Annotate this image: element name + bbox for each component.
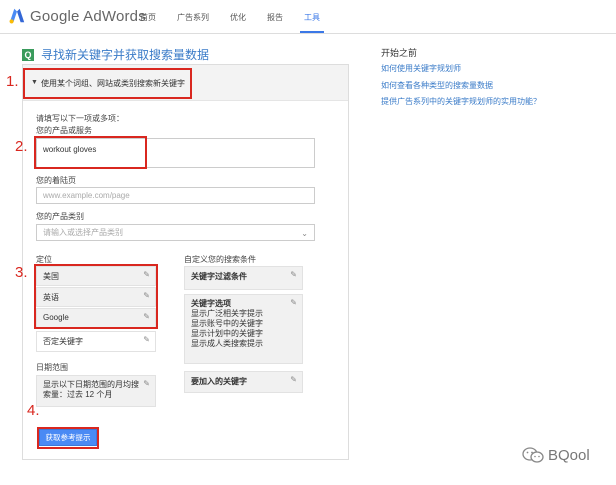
collapse-caret-icon[interactable]: ▼: [31, 79, 38, 86]
wechat-icon: [522, 447, 544, 463]
targeting-network-value: Google: [43, 313, 69, 322]
sidebar-title: 开始之前: [381, 48, 418, 58]
nav-reports[interactable]: 报告: [267, 12, 283, 23]
keyword-option-item: 显示成人类搜索提示: [191, 339, 263, 348]
date-range-label: 日期范围: [36, 363, 68, 372]
adwords-logo[interactable]: Google AdWords: [8, 7, 146, 25]
annotation-number-2: 2.: [15, 138, 28, 155]
category-label: 您的产品类别: [36, 212, 84, 221]
include-keywords-label: 要加入的关键字: [191, 377, 247, 386]
edit-pencil-icon[interactable]: ✎: [290, 375, 297, 384]
keyword-option-item: 显示广泛相关字提示: [191, 309, 263, 318]
nav-tools[interactable]: 工具: [300, 12, 324, 33]
nav-campaigns[interactable]: 广告系列: [177, 12, 209, 23]
negative-keywords[interactable]: 否定关键字 ✎: [36, 331, 156, 352]
annotation-number-1: 1.: [6, 73, 19, 90]
keyword-option-item: 显示账号中的关键字: [191, 319, 263, 328]
adwords-logo-icon: [9, 8, 25, 24]
product-input[interactable]: workout gloves: [36, 138, 315, 168]
negative-keywords-label: 否定关键字: [43, 337, 83, 346]
edit-pencil-icon[interactable]: ✎: [143, 270, 150, 279]
targeting-language[interactable]: 英语 ✎: [36, 287, 156, 307]
date-range-field[interactable]: 显示以下日期范围的月均搜索量：过去 12 个月 ✎: [36, 375, 156, 407]
custom-criteria-label: 自定义您的搜索条件: [184, 255, 256, 264]
logo-text: Google AdWords: [30, 7, 146, 25]
keyword-filters[interactable]: 关键字过滤条件 ✎: [184, 266, 303, 290]
edit-pencil-icon[interactable]: ✎: [143, 291, 150, 300]
chevron-down-icon: ⌄: [301, 229, 308, 238]
edit-pencil-icon[interactable]: ✎: [290, 298, 297, 307]
main-nav: 首页 广告系列 优化 报告 工具: [140, 12, 341, 33]
keyword-options[interactable]: 关键字选项 显示广泛相关字提示 显示账号中的关键字 显示计划中的关键字 显示成人…: [184, 294, 303, 364]
annotation-number-3: 3.: [15, 264, 28, 281]
get-ideas-button[interactable]: 获取参考提示: [39, 429, 97, 446]
section-header[interactable]: ▼ 使用某个词组、网站或类别搜索新关键字: [23, 65, 348, 101]
section-label: 使用某个词组、网站或类别搜索新关键字: [41, 79, 185, 88]
edit-pencil-icon[interactable]: ✎: [143, 335, 150, 344]
edit-pencil-icon[interactable]: ✎: [143, 379, 150, 388]
category-placeholder: 请输入或选择产品类别: [43, 228, 123, 237]
targeting-language-value: 英语: [43, 293, 59, 302]
keyword-filters-label: 关键字过滤条件: [191, 272, 247, 281]
sidebar-link-1[interactable]: 如何使用关键字规划师: [381, 63, 461, 74]
targeting-location-value: 美国: [43, 272, 59, 281]
search-icon: Q: [22, 48, 34, 61]
fill-hint: 请填写以下一项或多项：: [36, 114, 124, 123]
edit-pencil-icon[interactable]: ✎: [143, 312, 150, 321]
watermark: BQool: [522, 446, 590, 464]
date-range-value: 显示以下日期范围的月均搜索量：过去 12 个月: [43, 380, 139, 399]
edit-pencil-icon[interactable]: ✎: [290, 270, 297, 279]
targeting-label: 定位: [36, 255, 52, 264]
top-bar: Google AdWords 首页 广告系列 优化 报告 工具: [0, 0, 616, 34]
sidebar-link-2[interactable]: 如何查看各种类型的搜索量数据: [381, 80, 493, 91]
landing-page-label: 您的着陆页: [36, 176, 76, 185]
keyword-options-title: 关键字选项: [191, 299, 231, 308]
page-heading: Q 寻找新关键字并获取搜索量数据: [22, 46, 209, 63]
nav-optimize[interactable]: 优化: [230, 12, 246, 23]
targeting-network[interactable]: Google ✎: [36, 308, 156, 328]
landing-page-input[interactable]: www.example.com/page: [36, 187, 315, 204]
category-select[interactable]: 请输入或选择产品类别 ⌄: [36, 224, 315, 241]
sidebar-link-3[interactable]: 提供广告系列中的关键字规划师的实用功能？: [381, 96, 541, 107]
keyword-option-item: 显示计划中的关键字: [191, 329, 263, 338]
page-title: 寻找新关键字并获取搜索量数据: [41, 48, 210, 62]
annotation-number-4: 4.: [27, 402, 40, 419]
targeting-location[interactable]: 美国 ✎: [36, 266, 156, 286]
watermark-text: BQool: [548, 446, 590, 464]
include-keywords[interactable]: 要加入的关键字 ✎: [184, 371, 303, 393]
nav-home[interactable]: 首页: [140, 12, 156, 23]
product-label: 您的产品或服务: [36, 126, 92, 135]
